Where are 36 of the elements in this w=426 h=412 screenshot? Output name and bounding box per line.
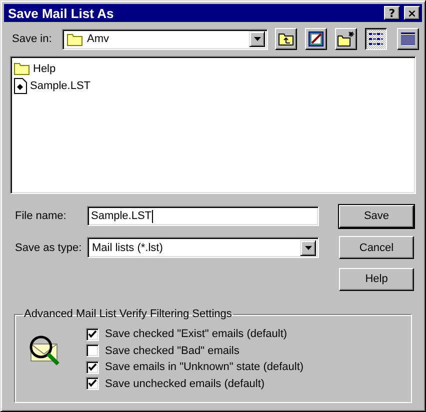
save-in-label: Save in: [12,33,53,45]
checkbox[interactable] [86,377,99,390]
window-title: Save Mail List As [8,6,115,20]
checkbox-label: Save unchecked emails (default) [105,378,265,390]
save-button[interactable]: Save [339,204,414,228]
checkbox[interactable] [86,328,99,341]
checkbox-label: Save checked "Exist" emails (default) [105,328,288,340]
new-folder-icon [337,31,355,47]
help-button[interactable]: Help [339,268,414,290]
file-name-label: File name: [15,210,68,222]
file-name-field[interactable]: Sample.LST [87,206,319,226]
document-icon [14,78,27,94]
up-folder-button[interactable] [275,28,297,50]
cancel-button[interactable]: Cancel [339,236,414,259]
desktop-icon [308,31,324,47]
up-folder-icon [278,32,294,46]
close-button[interactable]: × [404,6,420,20]
desktop-button[interactable] [305,28,327,50]
checkbox[interactable] [86,360,99,374]
checkbox-label: Save checked "Bad" emails [105,344,240,357]
folder-icon [14,62,30,75]
group-title: Advanced Mail List Verify Filtering Settings [23,308,233,320]
new-folder-button[interactable] [335,28,357,50]
save-in-dropdown[interactable]: Amv [62,28,268,50]
list-view-icon [368,32,384,46]
checkbox[interactable] [86,344,99,358]
help-button[interactable]: ? [384,6,400,20]
details-view-icon [400,32,416,46]
save-as-type-dropdown[interactable]: Mail lists (*.lst) [87,237,319,258]
details-view-button[interactable] [397,28,419,50]
checkbox-label: Save emails in "Unknown" state (default) [105,361,304,374]
save-as-type-label: Save as type: [15,242,83,254]
file-name[interactable]: Help [33,62,56,74]
file-name[interactable]: Sample.LST [30,80,91,92]
folder-icon [67,32,83,46]
list-view-button[interactable] [365,28,387,50]
